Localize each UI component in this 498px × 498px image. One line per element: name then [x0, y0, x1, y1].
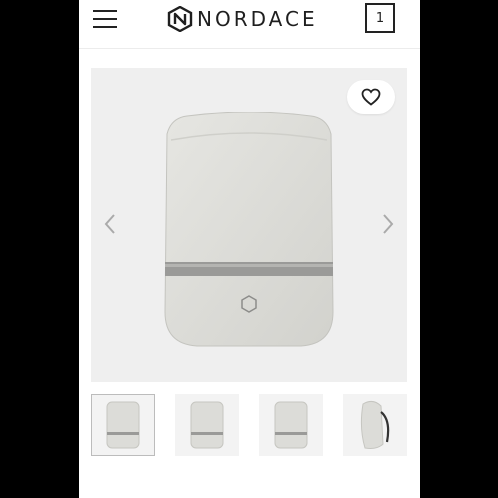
- hamburger-menu-icon[interactable]: [93, 10, 117, 28]
- chevron-left-icon[interactable]: [101, 212, 121, 236]
- cart-button[interactable]: 1: [365, 3, 395, 33]
- backpack-thumbnail-icon: [190, 401, 224, 449]
- thumbnail-strip: [91, 394, 409, 458]
- brand-name: NORDACE: [197, 7, 318, 31]
- heart-outline-icon: [361, 88, 381, 106]
- site-header: NORDACE 1: [79, 0, 420, 49]
- backpack-side-thumbnail-icon: [360, 400, 390, 449]
- thumbnail-3[interactable]: [259, 394, 323, 456]
- thumbnail-2[interactable]: [175, 394, 239, 456]
- brand-logo[interactable]: NORDACE: [167, 4, 318, 34]
- backpack-thumbnail-icon: [274, 401, 308, 449]
- chevron-right-icon[interactable]: [377, 212, 397, 236]
- favorite-button[interactable]: [347, 80, 395, 114]
- thumbnail-1[interactable]: [91, 394, 155, 456]
- product-page: NORDACE 1: [79, 0, 420, 498]
- product-gallery[interactable]: [91, 68, 407, 382]
- product-image: [164, 112, 334, 347]
- cart-count: 1: [375, 10, 385, 26]
- thumbnail-4[interactable]: [343, 394, 407, 456]
- backpack-thumbnail-icon: [106, 401, 140, 449]
- nordace-logo-icon: [167, 6, 193, 32]
